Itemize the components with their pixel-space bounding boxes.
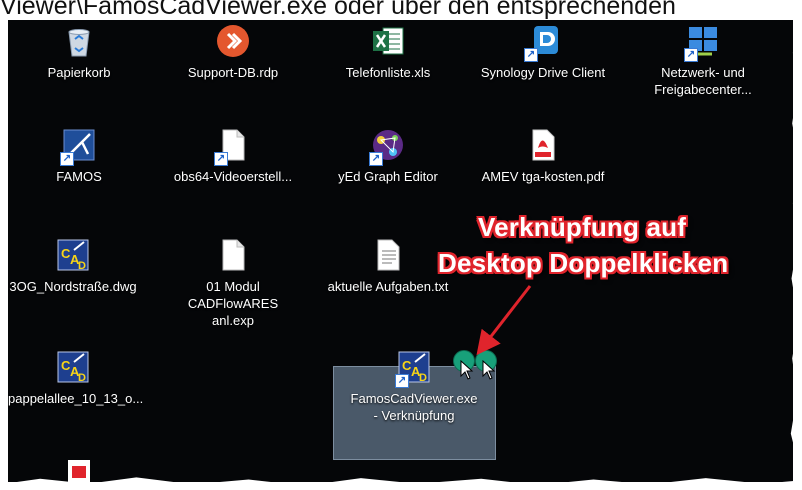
icon-label: 01 Modul CADFlowARES anl.exp — [187, 279, 279, 328]
desktop-icon-netzwerk[interactable]: ↗ Netzwerk- und Freigabecenter... — [638, 24, 768, 98]
icon-label: pappelallee_10_13_o... — [8, 391, 144, 406]
pdf-icon — [68, 460, 90, 482]
icon-label: 3OG_Nordstraße.dwg — [9, 279, 137, 294]
desktop-icon-famos[interactable]: ↗ FAMOS — [14, 128, 144, 185]
desktop-icon-amev-pdf[interactable]: AMEV tga-kosten.pdf — [478, 128, 608, 185]
svg-text:D: D — [78, 372, 86, 384]
desktop-icon-01-modul[interactable]: 01 Modul CADFlowARES anl.exp — [168, 238, 298, 329]
mouse-cursor-icon — [460, 360, 474, 380]
desktop-icon-3og-dwg[interactable]: C A D 3OG_Nordstraße.dwg — [8, 238, 138, 295]
desktop-icon-papierkorb[interactable]: Papierkorb — [14, 24, 144, 81]
shortcut-arrow-icon: ↗ — [369, 152, 383, 166]
icon-label: obs64-Videoerstell... — [173, 169, 293, 184]
svg-text:D: D — [419, 372, 427, 384]
pdf-icon — [526, 128, 560, 162]
yed-icon: ↗ — [369, 128, 405, 166]
network-center-icon: ↗ — [684, 24, 720, 62]
annotation-line1: Verknüpfung auf — [478, 212, 687, 242]
desktop-icon-yed[interactable]: ↗ yEd Graph Editor — [323, 128, 453, 185]
icon-label: aktuelle Aufgaben.txt — [327, 279, 449, 294]
remote-desktop-icon — [216, 24, 250, 58]
desktop-icon-aktuelle-aufgaben[interactable]: aktuelle Aufgaben.txt — [323, 238, 453, 295]
text-file-icon — [371, 238, 405, 272]
famos-icon: ↗ — [60, 128, 96, 166]
icon-label: AMEV tga-kosten.pdf — [481, 169, 605, 184]
icon-label: Netzwerk- und Freigabecenter... — [654, 65, 752, 97]
shortcut-arrow-icon: ↗ — [524, 48, 538, 62]
file-icon: ↗ — [214, 128, 250, 166]
cad-icon: C A D — [56, 238, 90, 272]
icon-label: FAMOS — [56, 169, 102, 184]
shortcut-arrow-icon: ↗ — [684, 48, 698, 62]
desktop-icon-telefonliste[interactable]: Telefonliste.xls — [323, 24, 453, 81]
annotation-line2: Desktop Doppelklicken — [438, 248, 729, 278]
desktop-icon-support-db[interactable]: Support-DB.rdp — [168, 24, 298, 81]
synology-drive-icon: ↗ — [524, 24, 560, 62]
icon-label: Synology Drive Client — [480, 65, 606, 80]
desktop-icon-synology-drive[interactable]: ↗ Synology Drive Client — [478, 24, 608, 81]
cad-icon: C A D — [56, 350, 90, 384]
shortcut-arrow-icon: ↗ — [395, 374, 409, 388]
caption-text: Viewer\FamosCadViewer.exe oder über den … — [0, 0, 676, 20]
icon-label: yEd Graph Editor — [338, 169, 438, 184]
icon-label: Telefonliste.xls — [345, 65, 431, 80]
desktop-icon-pappelallee[interactable]: C A D pappelallee_10_13_o... — [8, 350, 144, 407]
icon-label: Support-DB.rdp — [187, 65, 279, 80]
excel-icon — [371, 24, 405, 58]
annotation-arrow — [476, 285, 532, 356]
shortcut-arrow-icon: ↗ — [214, 152, 228, 166]
svg-text:D: D — [78, 260, 86, 272]
desktop[interactable]: Papierkorb Support-DB.rdp Telefonliste.x… — [8, 20, 793, 482]
desktop-icon-obs64[interactable]: ↗ obs64-Videoerstell... — [168, 128, 298, 185]
shortcut-arrow-icon: ↗ — [60, 152, 74, 166]
icon-label: Papierkorb — [47, 65, 111, 80]
recycle-bin-icon — [62, 24, 96, 58]
icon-label: FamosCadViewer.exe - Verknüpfung — [350, 391, 478, 423]
mouse-cursor-icon — [482, 360, 496, 380]
file-icon — [216, 238, 250, 272]
cad-icon: C A D ↗ — [395, 350, 431, 388]
